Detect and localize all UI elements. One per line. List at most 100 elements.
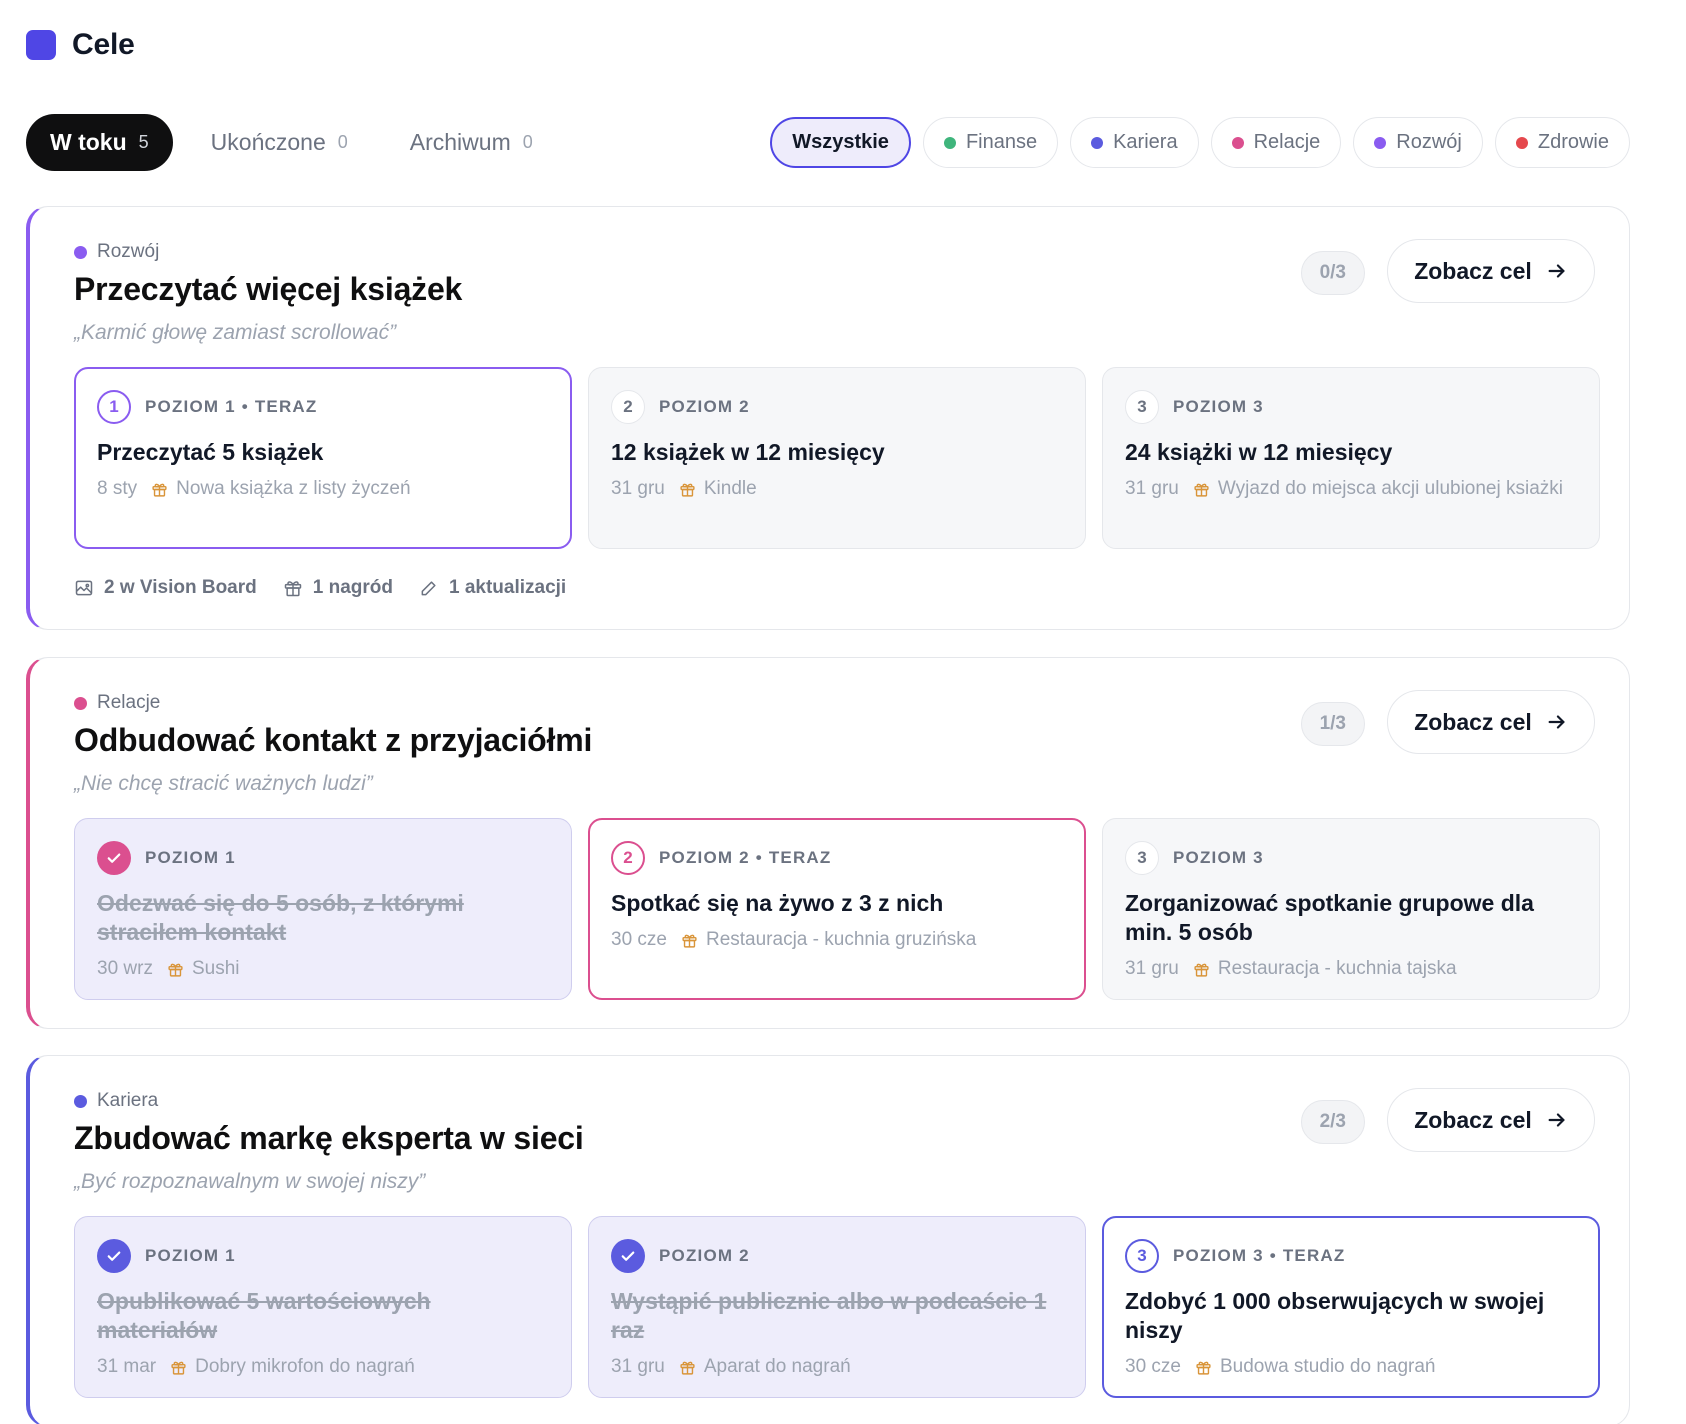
view-goal-button[interactable]: Zobacz cel <box>1387 1088 1595 1152</box>
app-header: Cele <box>26 28 135 62</box>
view-goal-label: Zobacz cel <box>1414 1106 1532 1133</box>
view-goal-label: Zobacz cel <box>1414 708 1532 735</box>
filter-zdrowie[interactable]: Zdrowie <box>1494 117 1630 168</box>
level-date: 31 gru <box>1125 478 1179 499</box>
tab-label: W toku <box>50 129 127 155</box>
tab-label: Ukończone <box>210 129 326 155</box>
tab-label: Archiwum <box>409 129 511 155</box>
goal-category: Rozwój <box>74 241 159 263</box>
level-date: 31 gru <box>1125 958 1179 979</box>
goal-quote: „Karmić głowę zamiast scrollować” <box>74 321 397 344</box>
level-title: Zorganizować spotkanie grupowe dla min. … <box>1125 890 1534 945</box>
goal-card: Rozwój Przeczytać więcej książek „Karmić… <box>26 206 1630 630</box>
gift-icon <box>151 481 168 498</box>
level-date: 30 wrz <box>97 958 153 979</box>
level-card[interactable]: POZIOM 1 Opublikować 5 wartościowych mat… <box>74 1216 572 1398</box>
tab-in-progress[interactable]: W toku 5 <box>26 114 173 171</box>
arrow-right-icon <box>1548 264 1565 278</box>
tab-count: 0 <box>337 132 348 152</box>
gift-icon <box>1193 481 1210 498</box>
level-reward: Nowa książka z listy życzeń <box>151 477 411 501</box>
level-number-badge: 1 <box>97 390 131 424</box>
level-reward: Sushi <box>167 957 240 981</box>
filter-relacje[interactable]: Relacje <box>1210 117 1342 168</box>
goal-quote: „Być rozpoznawalnym w swojej niszy” <box>74 1170 426 1193</box>
tab-archive[interactable]: Archiwum 0 <box>386 114 557 171</box>
level-reward: Kindle <box>679 477 757 501</box>
level-reward-label: Kindle <box>703 478 757 499</box>
level-label: POZIOM 2 <box>659 1246 750 1265</box>
filter-label: Finanse <box>965 131 1038 153</box>
goal-levels: POZIOM 1 Odezwać się do 5 osób, z którym… <box>74 818 1600 1000</box>
check-icon <box>97 1239 131 1273</box>
goal-levels: 1 POZIOM 1 • TERAZ Przeczytać 5 książek … <box>74 367 1600 549</box>
app-logo <box>26 30 56 60</box>
category-dot <box>1515 136 1528 149</box>
level-label: POZIOM 1 <box>145 848 236 867</box>
level-card[interactable]: 1 POZIOM 1 • TERAZ Przeczytać 5 książek … <box>74 367 572 549</box>
level-label: POZIOM 1 <box>145 1246 236 1265</box>
goal-progress-badge: 1/3 <box>1300 702 1365 746</box>
level-card[interactable]: 2 POZIOM 2 12 książek w 12 miesięcy 31 g… <box>588 367 1086 549</box>
level-card[interactable]: POZIOM 1 Odezwać się do 5 osób, z którym… <box>74 818 572 1000</box>
filter-label: Zdrowie <box>1537 131 1609 153</box>
filter-rozwoj[interactable]: Rozwój <box>1353 117 1483 168</box>
level-card[interactable]: POZIOM 2 Wystąpić publicznie albo w podc… <box>588 1216 1086 1398</box>
rewards-link[interactable]: 1 nagród <box>283 577 393 599</box>
level-title: 12 książek w 12 miesięcy <box>611 439 885 465</box>
level-title: Opublikować 5 wartościowych materiałów <box>97 1288 431 1343</box>
goal-category-label: Relacje <box>97 692 161 713</box>
gift-icon <box>679 1359 696 1376</box>
goal-footer: 2 w Vision Board 1 nagród 1 aktualizacji <box>74 577 566 599</box>
level-reward: Wyjazd do miejsca akcji ulubionej ksiażk… <box>1193 477 1563 501</box>
goal-category-label: Rozwój <box>97 241 160 262</box>
level-label: POZIOM 3 <box>1173 848 1264 867</box>
level-title: Odezwać się do 5 osób, z którymi stracił… <box>97 890 464 945</box>
rewards-label: 1 nagród <box>312 577 393 598</box>
level-reward: Restauracja - kuchnia gruzińska <box>681 928 976 952</box>
category-dot <box>943 136 956 149</box>
goal-category: Relacje <box>74 692 160 714</box>
filter-kariera[interactable]: Kariera <box>1070 117 1199 168</box>
arrow-right-icon <box>1548 1113 1565 1127</box>
filter-finanse[interactable]: Finanse <box>922 117 1059 168</box>
filter-label: Wszystkie <box>792 131 889 153</box>
category-dot <box>74 1094 87 1108</box>
level-date: 31 gru <box>611 478 665 499</box>
level-title: Zdobyć 1 000 obserwujących w swojej nisz… <box>1125 1288 1545 1343</box>
vision-board-link[interactable]: 2 w Vision Board <box>74 577 257 599</box>
level-reward: Restauracja - kuchnia tajska <box>1193 957 1457 981</box>
gift-icon <box>1195 1359 1212 1376</box>
level-title: 24 książki w 12 miesięcy <box>1125 439 1393 465</box>
level-card[interactable]: 3 POZIOM 3 24 książki w 12 miesięcy 31 g… <box>1102 367 1600 549</box>
level-label: POZIOM 1 • TERAZ <box>145 397 318 416</box>
level-title: Spotkać się na żywo z 3 z nich <box>611 890 944 916</box>
level-label: POZIOM 2 <box>659 397 750 416</box>
pencil-icon <box>421 581 436 596</box>
gift-icon <box>681 932 698 949</box>
updates-link[interactable]: 1 aktualizacji <box>419 577 566 599</box>
level-reward-label: Restauracja - kuchnia tajska <box>1217 958 1457 979</box>
filter-all[interactable]: Wszystkie <box>770 117 911 168</box>
level-card[interactable]: 3 POZIOM 3 Zorganizować spotkanie grupow… <box>1102 818 1600 1000</box>
category-filters: Wszystkie Finanse Kariera Relacje Rozwój… <box>770 117 1630 168</box>
arrow-right-icon <box>1548 715 1565 729</box>
goal-card: Kariera Zbudować markę eksperta w sieci … <box>26 1055 1630 1424</box>
goal-card: Relacje Odbudować kontakt z przyjaciółmi… <box>26 657 1630 1029</box>
tab-completed[interactable]: Ukończone 0 <box>187 114 372 171</box>
view-goal-button[interactable]: Zobacz cel <box>1387 690 1595 754</box>
filter-label: Rozwój <box>1396 131 1462 153</box>
view-goal-button[interactable]: Zobacz cel <box>1387 239 1595 303</box>
category-dot <box>74 696 87 710</box>
category-dot <box>1091 136 1104 149</box>
level-reward-label: Wyjazd do miejsca akcji ulubionej ksiażk… <box>1217 478 1564 499</box>
goal-title: Odbudować kontakt z przyjaciółmi <box>74 722 593 758</box>
level-number-badge: 3 <box>1125 841 1159 875</box>
level-date: 30 cze <box>1125 1356 1181 1377</box>
level-card[interactable]: 2 POZIOM 2 • TERAZ Spotkać się na żywo z… <box>588 818 1086 1000</box>
gift-icon <box>284 581 301 597</box>
level-reward: Budowa studio do nagrań <box>1195 1355 1435 1379</box>
level-date: 31 mar <box>97 1356 157 1377</box>
level-reward: Dobry mikrofon do nagrań <box>170 1355 415 1379</box>
level-card[interactable]: 3 POZIOM 3 • TERAZ Zdobyć 1 000 obserwuj… <box>1102 1216 1600 1398</box>
